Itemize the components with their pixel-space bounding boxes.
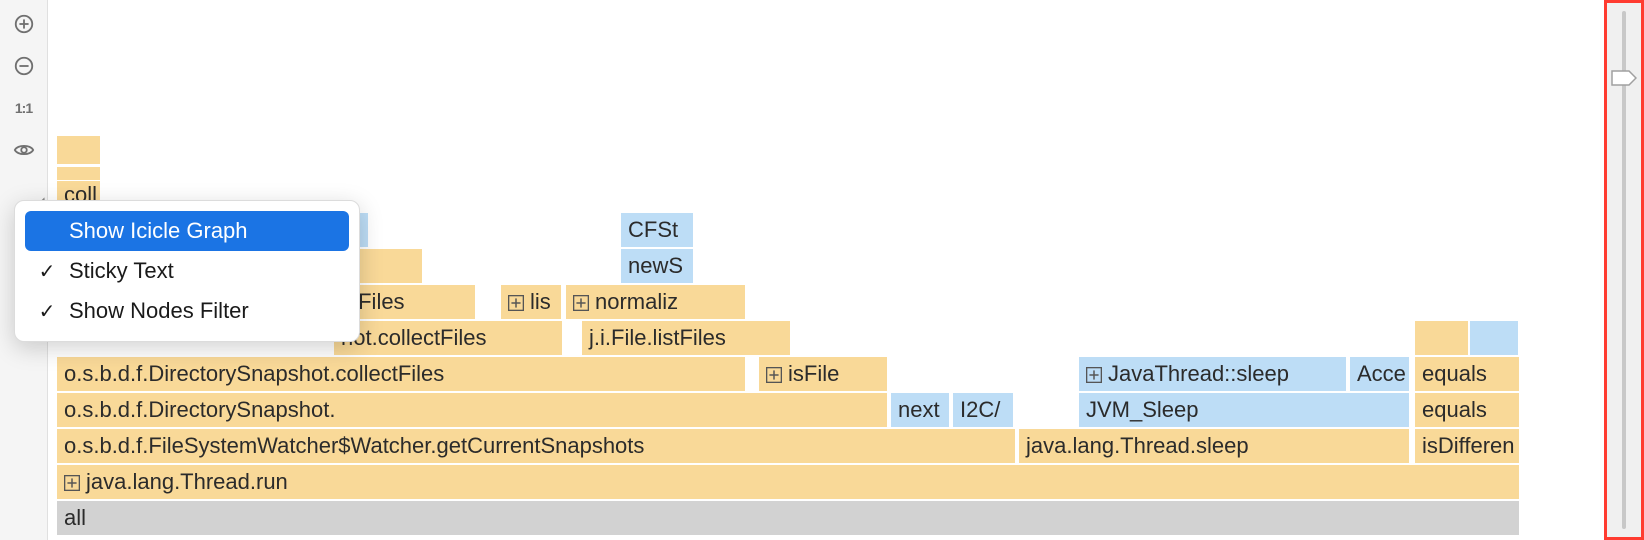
expand-icon[interactable]	[1086, 367, 1102, 383]
zoom-reset-button[interactable]: 1:1	[10, 94, 38, 122]
flame-cell-c-tiny-b1[interactable]	[1469, 320, 1519, 356]
flame-cell-c-jvmsl[interactable]: JVM_Sleep	[1078, 392, 1410, 428]
flame-cell-c-fsw[interactable]: o.s.b.d.f.FileSystemWatcher$Watcher.getC…	[56, 428, 1016, 464]
flame-cell-c-crumb1[interactable]	[56, 135, 101, 165]
expand-icon[interactable]	[508, 295, 524, 311]
slider-thumb[interactable]	[1611, 67, 1637, 89]
flame-cell-label: j.i.File.listFiles	[589, 325, 726, 350]
flame-cell-c-listfiles[interactable]: j.i.File.listFiles	[581, 320, 791, 356]
check-icon: ✓	[37, 299, 57, 324]
menu-item-0[interactable]: Show Icicle Graph	[25, 211, 349, 251]
flame-cell-c-dinit[interactable]: o.s.b.d.f.DirectorySnapshot.	[56, 392, 888, 428]
minus-circle-icon	[13, 55, 35, 77]
flame-cell-c-list[interactable]: lis	[500, 284, 562, 320]
vertical-slider[interactable]	[1604, 0, 1644, 540]
flame-cell-label: o.s.b.d.f.DirectorySnapshot.collectFiles	[64, 361, 444, 386]
flame-cell-label: isDifferen	[1422, 433, 1515, 458]
flame-cell-c-tiny-y1[interactable]	[1414, 320, 1469, 356]
flame-cell-label: I2C/	[960, 397, 1000, 422]
flame-cell-label: o.s.b.d.f.FileSystemWatcher$Watcher.getC…	[64, 433, 644, 458]
flame-cell-label: java.lang.Thread.sleep	[1026, 433, 1249, 458]
zoom-out-button[interactable]	[10, 52, 38, 80]
flame-cell-c-hot1[interactable]: hot.collectFiles	[333, 320, 563, 356]
zoom-in-button[interactable]	[10, 10, 38, 38]
flame-cell-c-eq2[interactable]: equals	[1414, 392, 1520, 428]
expand-icon[interactable]	[573, 295, 589, 311]
flame-cell-c-dsnap[interactable]: o.s.b.d.f.DirectorySnapshot.collectFiles	[56, 356, 746, 392]
menu-item-label: Show Icicle Graph	[69, 218, 248, 244]
visibility-button[interactable]	[10, 136, 38, 164]
flame-cell-label: hot.collectFiles	[341, 325, 487, 350]
flame-cell-c-norm[interactable]: normaliz	[565, 284, 746, 320]
flame-cell-c-jtsleep[interactable]: java.lang.Thread.sleep	[1018, 428, 1410, 464]
menu-item-label: Show Nodes Filter	[69, 298, 249, 324]
flame-cell-label: o.s.b.d.f.DirectorySnapshot.	[64, 397, 335, 422]
flame-cell-label: newS	[628, 253, 683, 278]
flame-cell-label: equals	[1422, 397, 1487, 422]
flame-cell-c-all[interactable]: all	[56, 500, 1520, 536]
flame-cell-label: normaliz	[595, 289, 678, 314]
flame-cell-label: all	[64, 505, 86, 530]
flame-cell-label: next	[898, 397, 940, 422]
flame-cell-c-eq1[interactable]: equals	[1414, 356, 1520, 392]
flame-cell-c-cfs[interactable]: CFSt	[620, 212, 694, 248]
check-icon: ✓	[37, 259, 57, 284]
flame-cell-label: Acce	[1357, 361, 1406, 386]
flame-cell-c-isfile[interactable]: isFile	[758, 356, 888, 392]
flame-cell-label: lis	[530, 289, 551, 314]
flame-cell-c-run[interactable]: java.lang.Thread.run	[56, 464, 1520, 500]
flame-cell-label: JVM_Sleep	[1086, 397, 1199, 422]
eye-icon	[13, 139, 35, 161]
menu-item-1[interactable]: ✓ Sticky Text	[25, 251, 349, 291]
flame-cell-label: CFSt	[628, 217, 678, 242]
flame-cell-c-i2c[interactable]: I2C/	[952, 392, 1014, 428]
expand-icon[interactable]	[64, 475, 80, 491]
plus-circle-icon	[13, 13, 35, 35]
context-menu: Show Icicle Graph ✓ Sticky Text ✓ Show Nodes…	[14, 200, 360, 342]
flame-cell-label: equals	[1422, 361, 1487, 386]
flame-cell-label: isFile	[788, 361, 839, 386]
flame-cell-c-jts[interactable]: JavaThread::sleep	[1078, 356, 1347, 392]
expand-icon[interactable]	[766, 367, 782, 383]
menu-item-2[interactable]: ✓ Show Nodes Filter	[25, 291, 349, 331]
flame-cell-c-new[interactable]: newS	[620, 248, 694, 284]
flame-cell-c-isdiff[interactable]: isDifferen	[1414, 428, 1520, 464]
flame-cell-label: java.lang.Thread.run	[86, 469, 288, 494]
menu-item-label: Sticky Text	[69, 258, 174, 284]
flame-cell-label: JavaThread::sleep	[1108, 361, 1289, 386]
flame-cell-c-next[interactable]: next	[890, 392, 950, 428]
flame-cell-c-acce[interactable]: Acce	[1349, 356, 1410, 392]
